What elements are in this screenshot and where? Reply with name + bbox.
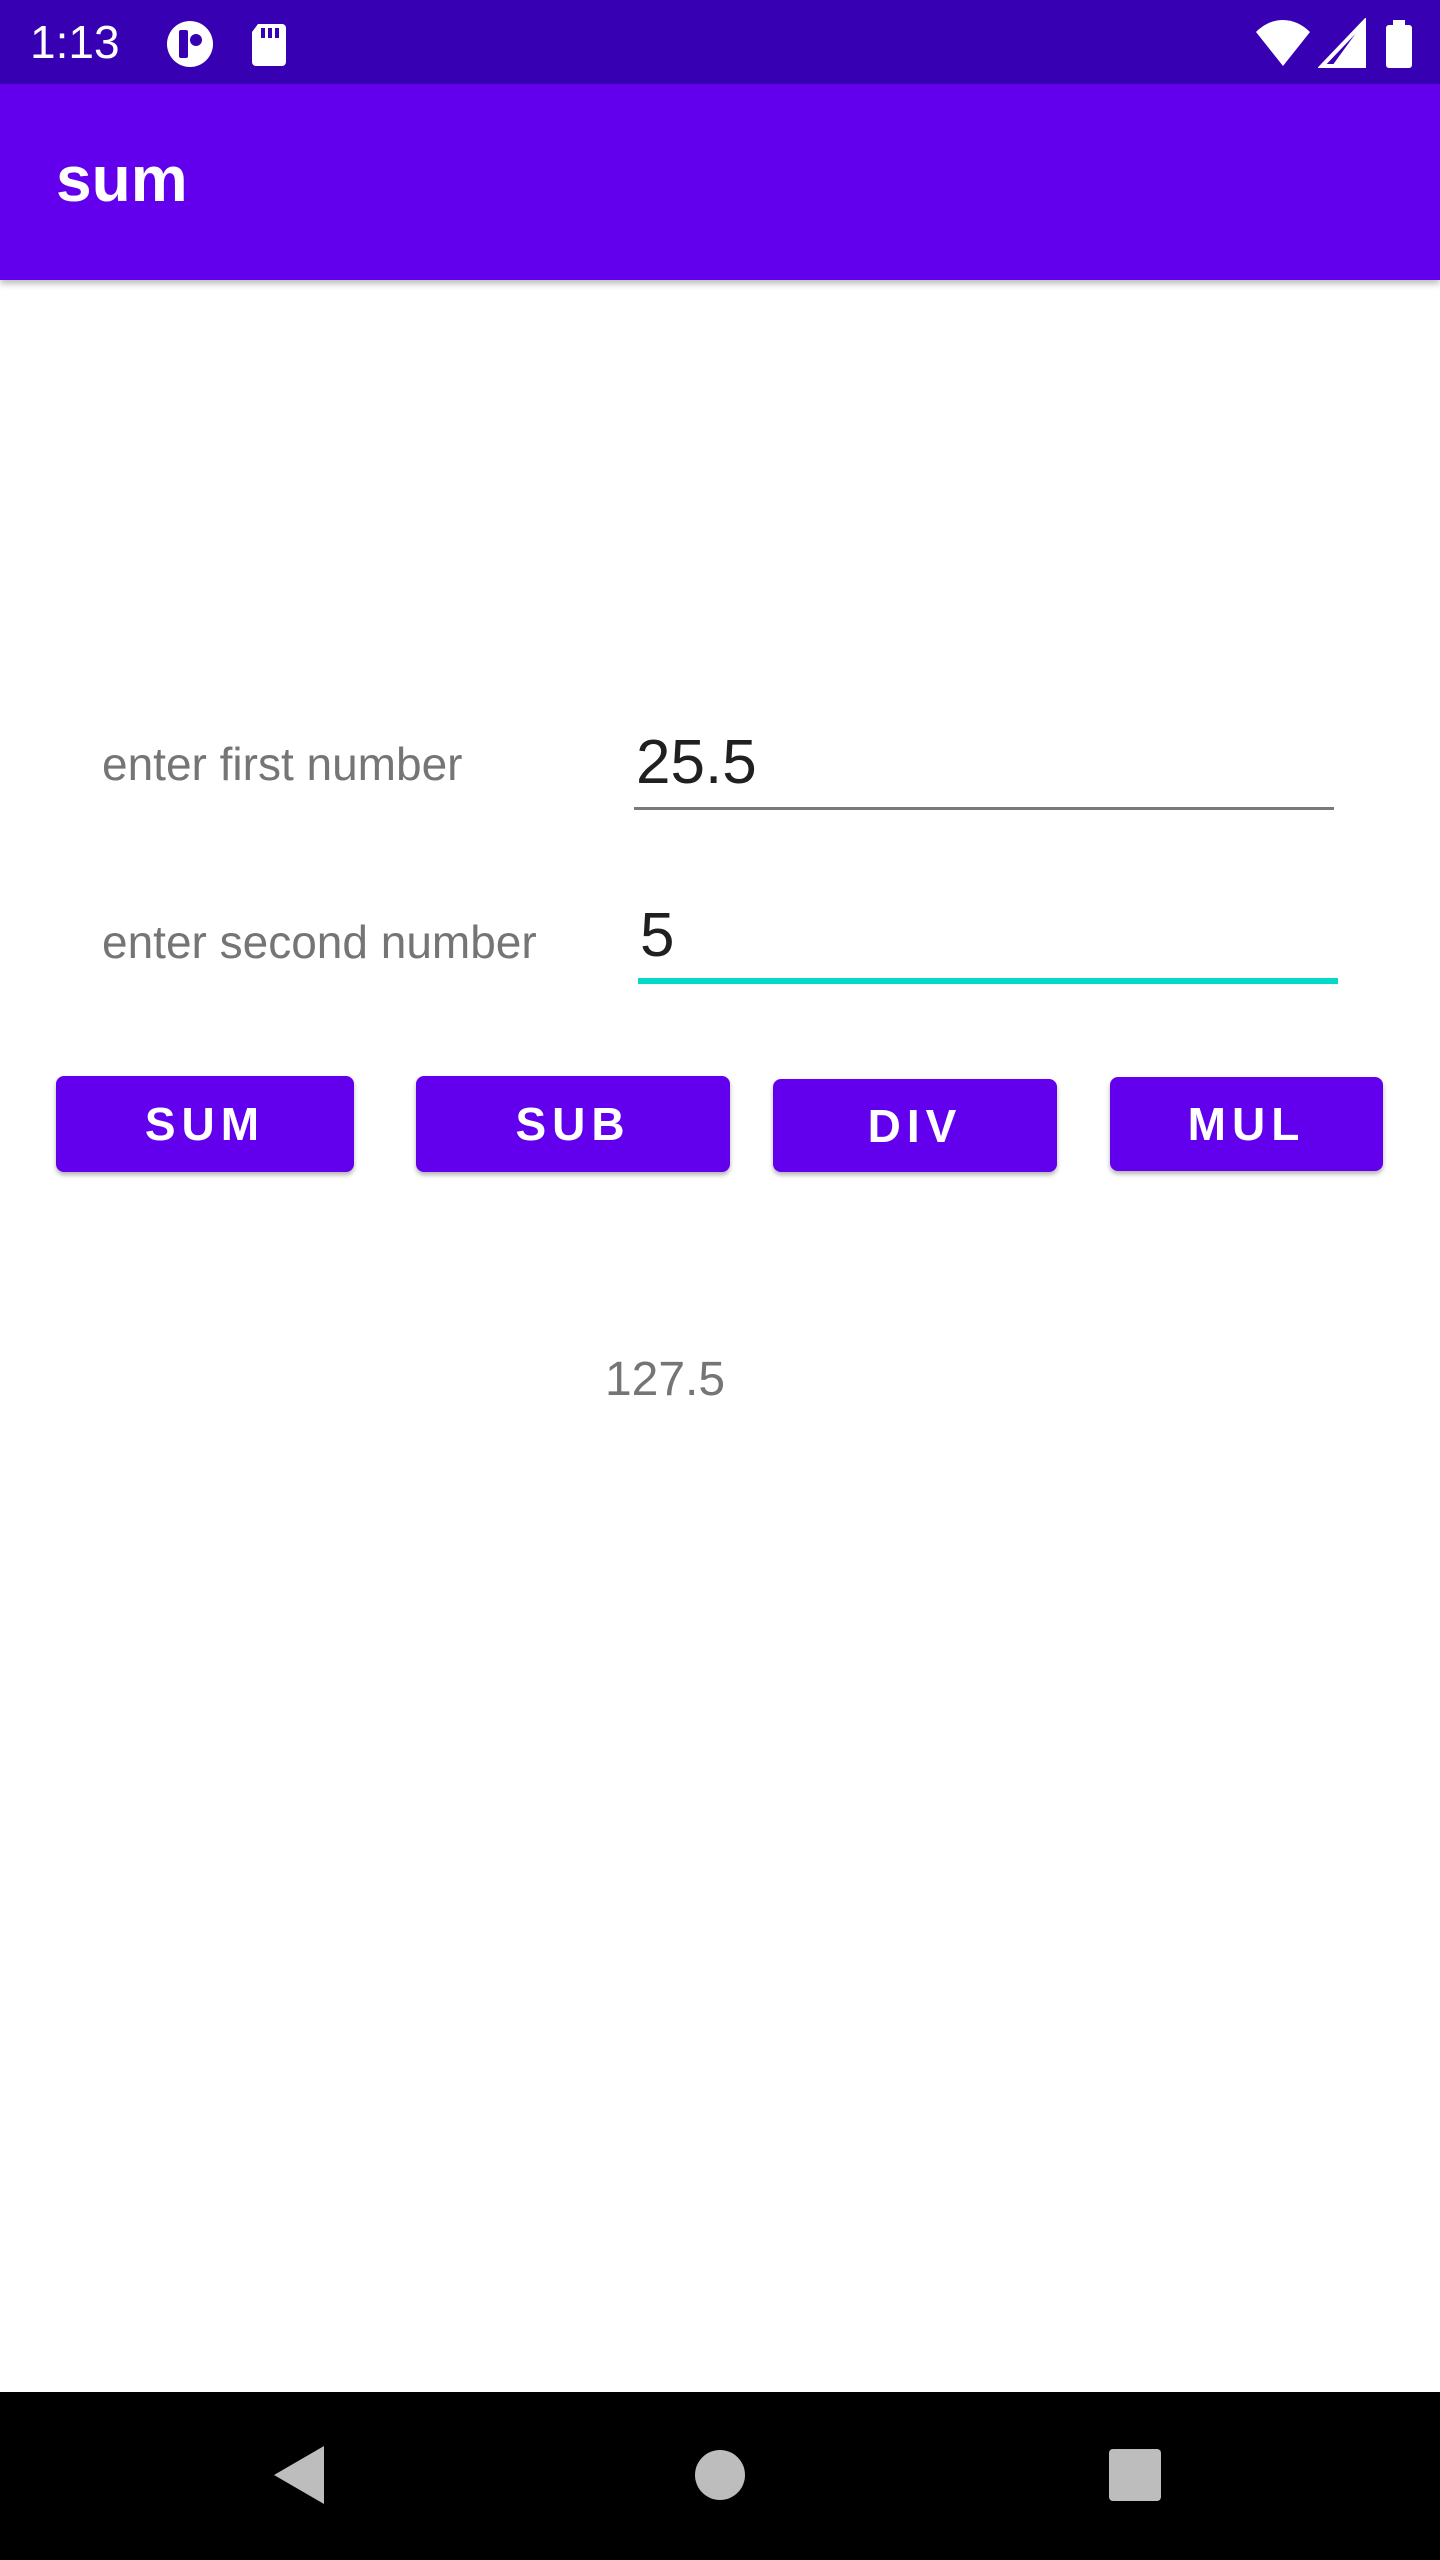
sub-button[interactable]: SUB	[416, 1076, 730, 1172]
back-icon[interactable]	[256, 2430, 346, 2520]
first-number-input[interactable]	[634, 718, 1334, 810]
recents-icon[interactable]	[1090, 2430, 1180, 2520]
app-title: sum	[56, 143, 188, 215]
navigation-bar	[0, 2392, 1440, 2560]
wifi-icon	[1254, 18, 1312, 70]
mul-button[interactable]: MUL	[1110, 1077, 1383, 1171]
div-button[interactable]: DIV	[773, 1079, 1057, 1172]
app-notification-icon	[164, 18, 216, 70]
signal-icon	[1318, 18, 1370, 70]
second-number-input[interactable]	[638, 892, 1338, 984]
status-time: 1:13	[30, 16, 120, 68]
sum-button[interactable]: SUM	[56, 1076, 354, 1172]
result-text: 127.5	[604, 1353, 726, 1406]
status-bar: 1:13	[0, 0, 1440, 84]
app-bar: sum	[0, 84, 1440, 280]
first-number-label: enter first number	[102, 738, 463, 790]
second-number-label: enter second number	[102, 916, 537, 968]
home-icon[interactable]	[675, 2430, 765, 2520]
battery-icon	[1382, 18, 1416, 70]
sd-card-icon	[244, 18, 296, 70]
